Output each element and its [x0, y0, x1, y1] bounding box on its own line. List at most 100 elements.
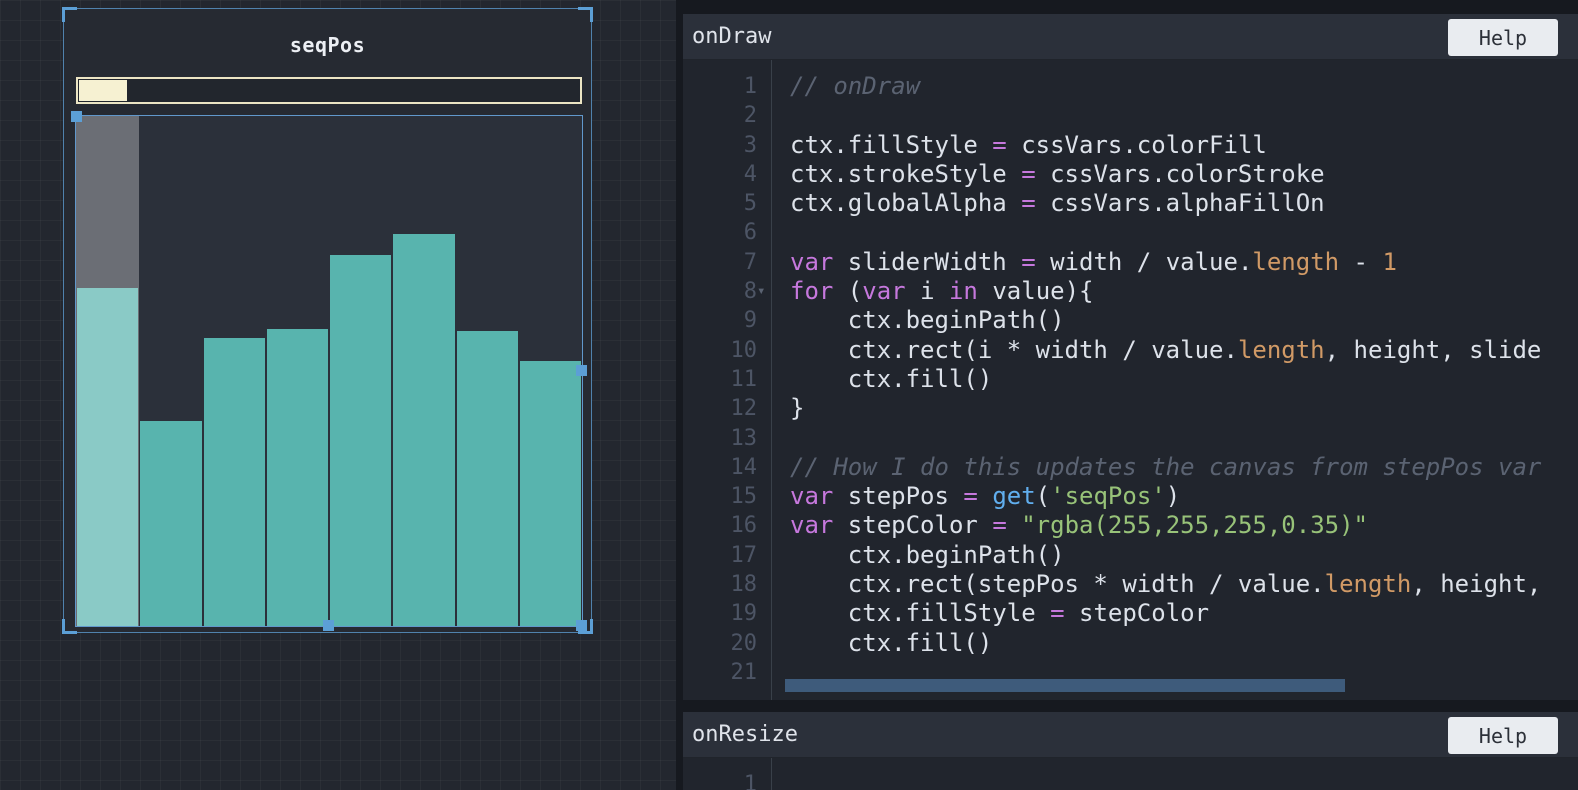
multislider-column[interactable] [392, 116, 455, 626]
fold-marker-icon[interactable]: ▾ [757, 277, 771, 306]
line-number: 10 [730, 337, 758, 363]
code-line[interactable]: 13 [683, 424, 1578, 453]
slider-fill [79, 80, 127, 101]
ondraw-help-button[interactable]: Help [1448, 19, 1558, 56]
code-line[interactable]: 16 var stepColor = "rgba(255,255,255,0.35… [683, 511, 1578, 540]
code-line[interactable]: 8 ▾ for (var i in value){ [683, 277, 1578, 306]
onresize-header: onResize Help [683, 712, 1578, 758]
patcher-canvas[interactable]: seqPos [0, 0, 676, 790]
line-number: 2 [743, 103, 757, 129]
line-number: 12 [730, 396, 758, 422]
line-number: 16 [730, 513, 758, 539]
resize-handle-right-middle[interactable] [576, 365, 587, 376]
code-line[interactable]: 15 var stepPos = get('seqPos') [683, 482, 1578, 511]
selection-corner-top-left [62, 7, 77, 22]
code-line[interactable]: 5 ctx.globalAlpha = cssVars.alphaFillOn [683, 189, 1578, 218]
line-number: 21 [730, 659, 758, 685]
code-text: ctx.beginPath() [790, 540, 1065, 569]
code-text: var stepPos = get('seqPos') [790, 482, 1181, 511]
line-number: 14 [730, 454, 758, 480]
code-text: ctx.beginPath() [790, 306, 1065, 335]
multislider-column[interactable] [76, 116, 140, 626]
resize-handle-top-left[interactable] [71, 111, 82, 122]
ondraw-header: onDraw Help [683, 14, 1578, 60]
code-text: ctx.fillStyle = cssVars.colorFill [790, 130, 1267, 159]
line-number: 11 [730, 366, 758, 392]
code-line[interactable]: 18 ctx.rect(stepPos * width / value.leng… [683, 570, 1578, 599]
selection-corner-bottom-left [62, 619, 77, 634]
bar[interactable] [266, 329, 328, 626]
line-number: 6 [743, 220, 757, 246]
seq-position-slider[interactable] [76, 77, 582, 104]
line-number: 1 [743, 772, 757, 790]
bar[interactable] [330, 255, 392, 626]
code-line[interactable]: 3 ctx.fillStyle = cssVars.colorFill [683, 131, 1578, 160]
multislider-column[interactable] [266, 116, 329, 626]
line-number: 4 [743, 161, 757, 187]
step-highlight-overlay [76, 116, 140, 626]
line-number: 20 [730, 630, 758, 656]
onresize-help-button[interactable]: Help [1448, 717, 1558, 754]
seqpos-widget[interactable]: seqPos [62, 7, 593, 634]
code-line[interactable]: 1 [683, 770, 1578, 790]
bar[interactable] [140, 420, 202, 626]
code-text: ctx.rect(i * width / value.length, heigh… [790, 335, 1542, 364]
line-number: 8 ▾ [683, 277, 771, 306]
line-number: 1 [743, 74, 757, 99]
multislider-column[interactable] [456, 116, 519, 626]
code-line[interactable]: 12} [683, 394, 1578, 423]
resize-handle-bottom-middle[interactable] [323, 620, 334, 631]
line-number: 15 [730, 484, 758, 510]
code-line[interactable]: 20 ctx.fill() [683, 629, 1578, 658]
code-line[interactable]: 10 ctx.rect(i * width / value.length, he… [683, 336, 1578, 365]
ondraw-title: onDraw [692, 24, 772, 49]
resize-handle-bottom-right[interactable] [576, 620, 587, 631]
code-line[interactable]: 11 ctx.fill() [683, 365, 1578, 394]
code-text: for (var i in value){ [790, 277, 1094, 306]
code-line[interactable]: 7 var sliderWidth = width / value.length … [683, 248, 1578, 277]
line-number: 7 [743, 249, 757, 275]
code-text: ctx.strokeStyle = cssVars.colorStroke [790, 159, 1325, 188]
code-line[interactable]: 2 [683, 101, 1578, 130]
bar[interactable] [456, 331, 518, 626]
code-text: ctx.fillStyle = stepColor [790, 599, 1210, 628]
bar[interactable] [203, 337, 265, 626]
widget-title: seqPos [289, 33, 366, 57]
line-number: 3 [743, 132, 757, 158]
line-number: 18 [730, 572, 758, 598]
code-text: } [790, 394, 805, 423]
code-line[interactable]: 17 ctx.beginPath() [683, 541, 1578, 570]
code-text: ctx.globalAlpha = cssVars.alphaFillOn [790, 189, 1325, 218]
multislider-column[interactable] [139, 116, 202, 626]
line-number: 17 [730, 542, 758, 568]
code-text: ctx.rect(stepPos * width / value.length,… [790, 570, 1542, 599]
code-text: ctx.fill() [790, 628, 993, 657]
selection-corner-top-right [578, 7, 593, 22]
code-line[interactable]: 9 ctx.beginPath() [683, 306, 1578, 335]
bar[interactable] [393, 233, 455, 626]
code-line[interactable]: 14 // How I do this updates the canvas fr… [683, 453, 1578, 482]
ondraw-code-editor[interactable]: 1 // onDraw 2 3 ctx.fillStyle = cssVars.colo… [683, 60, 1578, 700]
code-line[interactable]: 6 [683, 218, 1578, 247]
bar[interactable] [519, 360, 581, 626]
horizontal-scrollbar[interactable] [785, 679, 1345, 692]
multislider-column[interactable] [203, 116, 266, 626]
gutter-separator [771, 60, 772, 700]
code-text: // How I do this updates the canvas from… [790, 452, 1542, 481]
code-line[interactable]: 4 ctx.strokeStyle = cssVars.colorStroke [683, 160, 1578, 189]
gutter-separator [771, 758, 772, 790]
code-line[interactable]: 19 ctx.fillStyle = stepColor [683, 599, 1578, 628]
onresize-code-editor[interactable]: 1 [683, 758, 1578, 790]
multislider-column[interactable] [519, 116, 582, 626]
code-text: ctx.fill() [790, 364, 993, 393]
onresize-title: onResize [692, 722, 798, 747]
multislider-column[interactable] [329, 116, 392, 626]
multislider-canvas[interactable] [75, 115, 583, 627]
code-text: var sliderWidth = width / value.length -… [790, 247, 1397, 276]
code-line[interactable]: 1 // onDraw [683, 72, 1578, 101]
line-number: 19 [730, 601, 758, 627]
